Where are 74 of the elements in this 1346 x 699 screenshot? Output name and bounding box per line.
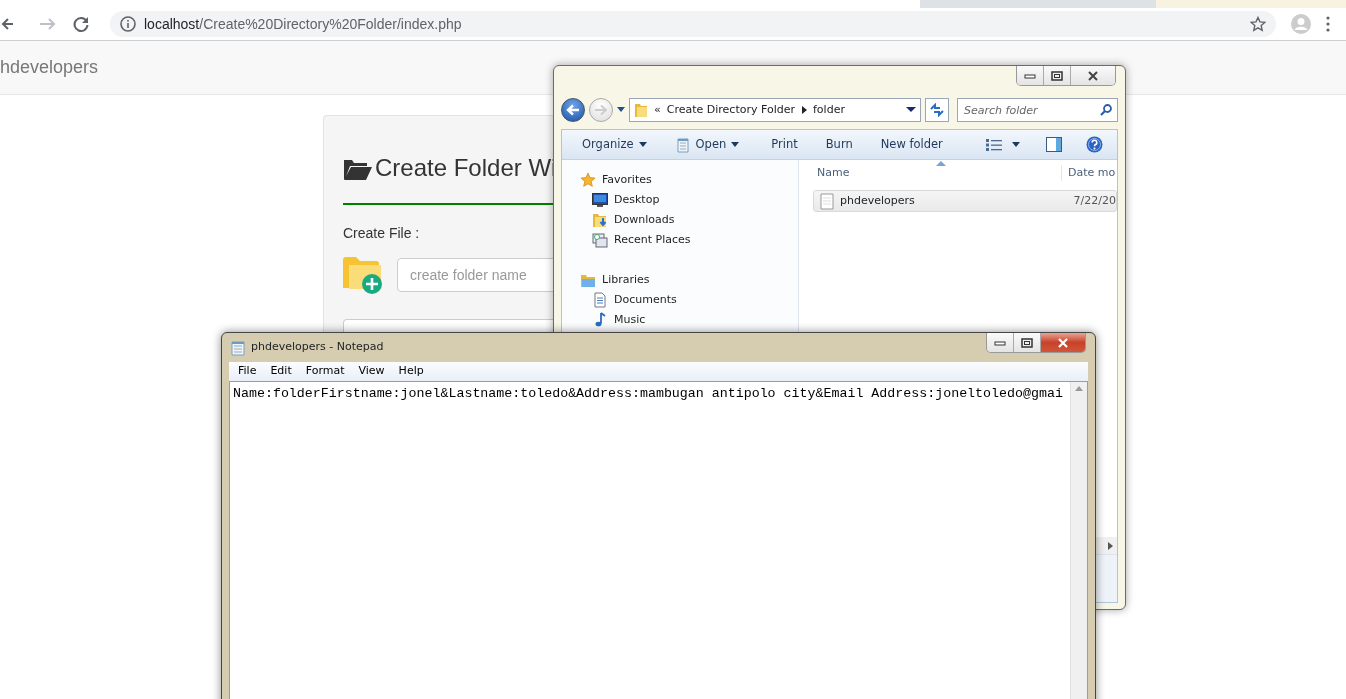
dropdown-arrow-icon[interactable] — [906, 107, 916, 113]
window-title: phdevelopers - Notepad — [251, 339, 384, 356]
toolbar-button[interactable]: Print — [763, 131, 806, 158]
library-folder-icon — [580, 272, 596, 288]
maximize-icon[interactable] — [1021, 337, 1033, 348]
nav-item[interactable]: Favorites — [562, 170, 798, 190]
dropdown-arrow-icon[interactable] — [617, 107, 625, 113]
close-button[interactable] — [1041, 333, 1085, 352]
address-bar[interactable]: « Create Directory Folder folder — [629, 98, 921, 122]
address-bar[interactable]: localhost/Create%20Directory%20Folder/index.php — [110, 11, 1276, 37]
column-header[interactable]: Date mo — [1061, 164, 1116, 182]
folder-name-input[interactable]: create folder name — [397, 257, 554, 292]
download-folder-icon — [592, 212, 608, 228]
column-header[interactable]: Name — [799, 164, 1061, 182]
nav-item[interactable]: Music — [562, 310, 798, 330]
help-icon[interactable] — [1086, 136, 1103, 153]
file-row[interactable]: phdevelopers 7/22/20 — [813, 190, 1117, 212]
search-field[interactable]: Search folder — [957, 98, 1118, 122]
folder-icon — [634, 102, 648, 118]
maximize-button[interactable] — [1014, 333, 1041, 352]
minimize-icon[interactable] — [994, 339, 1006, 346]
folder-add-icon — [343, 255, 383, 294]
sort-arrow-icon — [936, 161, 946, 166]
refresh-button[interactable] — [925, 98, 949, 122]
input-field[interactable] — [343, 318, 554, 332]
menu-item[interactable]: View — [351, 363, 392, 380]
preview-pane-icon[interactable] — [1046, 137, 1062, 152]
maximize-button[interactable] — [1044, 66, 1071, 85]
refresh-icon[interactable] — [929, 103, 945, 117]
notepad-icon — [231, 339, 245, 356]
breadcrumb-item[interactable]: folder — [813, 101, 845, 119]
recent-places-icon — [592, 232, 608, 248]
toolbar-button[interactable]: New folder — [872, 131, 951, 158]
field-label: Create File : — [343, 223, 421, 243]
back-button[interactable] — [561, 98, 585, 122]
nav-item[interactable]: Downloads — [562, 210, 798, 230]
back-arrow-icon[interactable] — [566, 104, 580, 116]
star-icon — [580, 172, 596, 188]
menu-item[interactable]: File — [231, 363, 264, 380]
breadcrumb-item[interactable]: Create Directory Folder — [666, 101, 795, 119]
chevron-right-icon[interactable] — [801, 106, 807, 114]
notepad-icon — [674, 136, 691, 153]
toolbar-button[interactable]: Burn — [817, 131, 861, 158]
nav-item[interactable]: Desktop — [562, 190, 798, 210]
bookmark-star-icon[interactable] — [1250, 16, 1266, 32]
maximize-icon[interactable] — [1051, 70, 1063, 81]
back-icon[interactable] — [0, 16, 14, 32]
view-list-icon[interactable] — [986, 138, 1002, 151]
breadcrumb-overflow[interactable]: « — [654, 101, 661, 119]
vertical-scrollbar[interactable] — [1070, 382, 1087, 699]
details-pane — [1096, 554, 1117, 602]
close-icon[interactable] — [1087, 70, 1099, 81]
reload-icon[interactable] — [72, 15, 90, 33]
info-icon[interactable] — [120, 16, 136, 32]
caret-icon — [1012, 142, 1020, 147]
horizontal-scrollbar[interactable] — [1096, 537, 1117, 554]
toolbar-button[interactable]: Open — [666, 131, 748, 158]
url-text: localhost/Create%20Directory%20Folder/index.php — [144, 14, 462, 34]
text-file-icon — [820, 192, 834, 210]
menu-icon[interactable] — [1326, 16, 1330, 32]
minimize-icon[interactable] — [1024, 72, 1036, 79]
nav-item[interactable]: Documents — [562, 290, 798, 310]
monitor-icon — [592, 192, 608, 208]
nav-item[interactable]: Recent Places — [562, 230, 798, 250]
menu-item[interactable]: Format — [298, 363, 352, 380]
nav-item[interactable]: Libraries — [562, 270, 798, 290]
close-button[interactable] — [1071, 66, 1115, 85]
toolbar-button[interactable]: Organize — [574, 131, 655, 158]
menu-item[interactable]: Help — [391, 363, 431, 380]
menu-item[interactable]: Edit — [263, 363, 299, 380]
search-icon[interactable] — [1100, 104, 1112, 116]
brand-link[interactable]: hdevelopers — [0, 54, 99, 81]
scroll-right-icon[interactable] — [1108, 541, 1113, 550]
document-icon — [592, 292, 608, 308]
